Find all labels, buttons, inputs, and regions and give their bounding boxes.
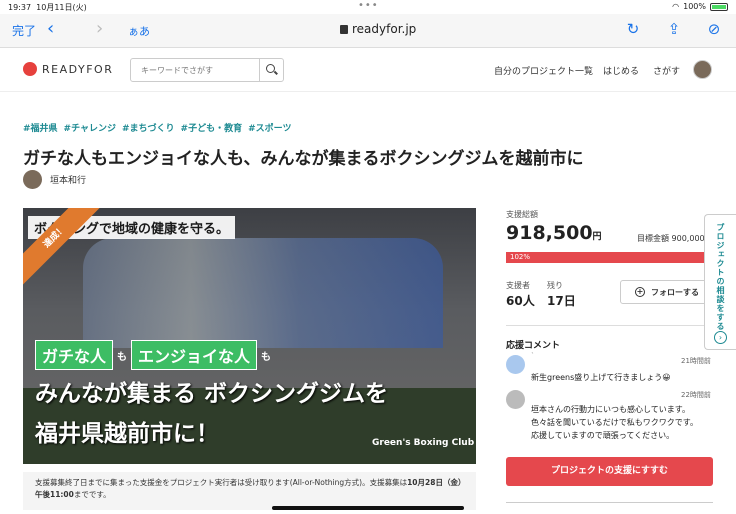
remaining-label: 残り	[547, 281, 563, 290]
browser-toolbar: 完了 ‹ › ぁあ readyfor.jp ↻ ⇪ ⊘	[0, 14, 736, 48]
share-icon[interactable]: ⇪	[665, 20, 683, 38]
support-project-button[interactable]: プロジェクトの支援にすすむ	[506, 457, 713, 486]
tag-sports[interactable]: #スポーツ	[248, 121, 291, 134]
project-tags: #福井県 #チャレンジ #まちづくり #子ども・教育 #スポーツ	[23, 121, 291, 134]
home-indicator[interactable]	[272, 506, 464, 510]
progress-bar: 102%	[506, 252, 736, 263]
comment-text: 色々話を聞いているだけで私もワクワクです。	[531, 418, 698, 427]
project-hero-image: ボクシングで地域の健康を守る。 達成！ ガチな人 も エンジョイな人 も みんな…	[23, 208, 476, 464]
funding-note: 支援募集終了日までに集まった支援金をプロジェクト実行者は受け取ります(All-o…	[23, 472, 476, 510]
compass-icon[interactable]: ⊘	[705, 20, 723, 38]
forward-icon[interactable]: ›	[96, 18, 103, 39]
divider	[506, 325, 736, 326]
battery-percent: 100%	[683, 2, 706, 11]
battery-icon	[710, 2, 728, 11]
status-time: 19:37 10月11日(火)	[8, 3, 87, 12]
project-title: ガチな人もエンジョイな人も、みんなが集まるボクシングジムを越前市に	[23, 149, 584, 169]
text-size-button[interactable]: ぁあ	[128, 23, 150, 39]
tag-fukui[interactable]: #福井県	[23, 121, 58, 134]
comment-text: 応援していますので頑張ってください。	[531, 431, 675, 440]
hero-headline-row1: ガチな人 も エンジョイな人 も	[35, 340, 271, 370]
comment-text: 新生greens盛り上げて行きましょう😀	[531, 373, 671, 382]
commenter-name: `	[531, 352, 535, 360]
comment-text: 垣本さんの行動力にいつも感心しています。	[531, 405, 690, 414]
remaining-days: 17日	[547, 294, 576, 308]
comment-time: 22時間前	[681, 391, 711, 399]
supporters-count: 60人	[506, 294, 535, 308]
back-icon[interactable]: ‹	[47, 18, 54, 39]
total-label: 支援総額	[506, 210, 538, 219]
nav-explore[interactable]: さがす	[653, 64, 680, 77]
wifi-icon: ◠	[672, 2, 680, 11]
address-bar[interactable]: readyfor.jp	[340, 22, 416, 36]
project-author[interactable]: 垣本和行	[23, 170, 86, 189]
search-icon[interactable]	[259, 59, 283, 81]
plus-icon: +	[635, 287, 645, 297]
total-amount: 918,500円	[506, 222, 602, 244]
hero-headline-row2: みんなが集まる ボクシングジムを	[35, 381, 389, 407]
url-text: readyfor.jp	[352, 22, 417, 36]
done-button[interactable]: 完了	[12, 22, 36, 39]
tag-challenge[interactable]: #チャレンジ	[64, 121, 116, 134]
reload-icon[interactable]: ↻	[624, 20, 642, 38]
commenter-avatar[interactable]	[506, 390, 525, 409]
status-right: ◠ 100%	[672, 2, 728, 11]
logo-mark-icon	[23, 62, 37, 76]
supporters-label: 支援者	[506, 281, 530, 290]
user-avatar[interactable]	[693, 60, 712, 79]
readyfor-logo[interactable]: READYFOR	[23, 62, 113, 76]
tag-education[interactable]: #子ども・教育	[181, 121, 243, 134]
nav-my-projects[interactable]: 自分のプロジェクト一覧	[494, 64, 593, 77]
multitask-dots[interactable]: •••	[358, 0, 379, 11]
author-name: 垣本和行	[50, 176, 87, 186]
search-box	[130, 58, 284, 82]
lock-icon	[340, 25, 348, 34]
comments-title: 応援コメント	[506, 341, 561, 351]
status-bar: 19:37 10月11日(火) ••• ◠ 100%	[0, 0, 736, 14]
consult-label: プロジェクトの相談をする	[716, 223, 725, 331]
chevron-right-icon: ›	[714, 331, 727, 344]
hero-club-name: Green's Boxing Club	[372, 438, 475, 448]
consult-side-tab[interactable]: プロジェクトの相談をする ›	[704, 214, 736, 350]
nav-start[interactable]: はじめる	[603, 64, 639, 77]
commenter-avatar[interactable]	[506, 355, 525, 374]
goal-amount: 目標金額 900,000	[637, 234, 705, 243]
site-header: READYFOR 自分のプロジェクト一覧 はじめる さがす	[0, 48, 736, 92]
progress-percent: 102%	[510, 253, 531, 261]
comment-time: 21時間前	[681, 357, 711, 365]
author-avatar	[23, 170, 42, 189]
tag-machizukuri[interactable]: #まちづくり	[122, 121, 175, 134]
hero-group-photo	[83, 238, 443, 348]
search-input[interactable]	[131, 59, 259, 81]
divider	[506, 502, 713, 503]
hero-headline-row3: 福井県越前市に！	[35, 421, 219, 447]
